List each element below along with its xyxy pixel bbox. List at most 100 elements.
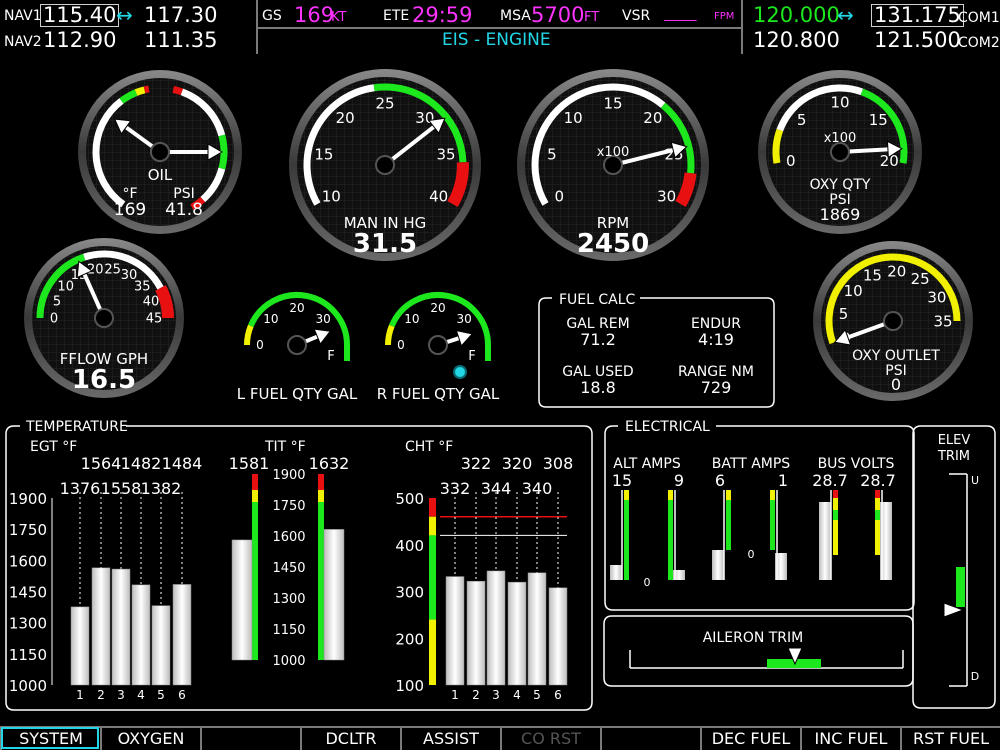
bus-volts-2-band [875, 510, 880, 520]
batt-amps-1-band [726, 500, 731, 550]
manifold-tick-label: 10 [322, 187, 341, 205]
batt-amps-2-band [770, 490, 775, 500]
bus-volts-value-2: 28.7 [860, 471, 896, 490]
batt-amps-value-2: 1 [778, 471, 788, 490]
gal-used-value: 18.8 [580, 378, 616, 397]
bus-volts-1-band [833, 498, 838, 510]
l-fuel-tick-label: 20 [289, 301, 304, 315]
egt-cyl-label: 5 [157, 688, 165, 702]
oil-temp-yellow-arc [134, 86, 146, 96]
fuel-calc-title: FUEL CALC [559, 292, 636, 308]
r-fuel-yellow-arc [385, 324, 395, 346]
softkey-bar: SYSTEM OXYGEN DCLTR ASSIST CO RST DEC FUEL INC… [0, 726, 1000, 750]
softkey-blank-2[interactable] [200, 726, 300, 750]
softkey-oxygen[interactable]: OXYGEN [100, 726, 200, 750]
fflow-tick-label: 5 [53, 294, 61, 309]
oxy-outlet-tick-label: 5 [839, 305, 849, 323]
oxy-outlet-tick-label: 25 [911, 270, 930, 288]
electrical-title: ELECTRICAL [625, 419, 710, 435]
oxy-outlet-needle-hub [883, 311, 903, 331]
oil-press-value: 41.8 [165, 200, 203, 220]
cht-bar [466, 580, 486, 686]
rpm-value: 2450 [577, 229, 649, 259]
tit-yellow-band [318, 490, 324, 502]
oxy-qty-value: 1869 [820, 205, 861, 224]
l-fuel-needle-hub [287, 335, 307, 355]
tit-axis-label: 1750 [272, 499, 305, 514]
oil-press-needle-hub [150, 142, 170, 162]
manifold-tick-label: 20 [336, 109, 355, 127]
manifold-tick-label: 40 [429, 187, 448, 205]
tit-value: 1581 [229, 454, 270, 473]
egt-value: 1484 [162, 454, 203, 473]
oxy-qty-tick-label: 5 [797, 111, 807, 129]
elevator-trim-box [912, 425, 996, 709]
tit-axis-label: 1300 [272, 592, 305, 607]
l-fuel-label: L FUEL QTY GAL [237, 385, 358, 403]
tit-label: TIT °F [264, 439, 306, 455]
alt-amps-1-pointer [610, 565, 622, 580]
softkey-blank-6[interactable] [600, 726, 700, 750]
elev-trim-label-1: ELEV [938, 433, 971, 448]
r-fuel-tick-label: 0 [397, 338, 405, 352]
cht-bar [548, 587, 568, 686]
cht-cyl-label: 3 [492, 688, 500, 702]
elev-trim-up: U [971, 474, 979, 487]
tit-axis-label: 1150 [272, 623, 305, 638]
egt-axis-label: 1150 [9, 646, 47, 664]
cht-yellow-band [429, 516, 436, 536]
r-fuel-label: R FUEL QTY GAL [377, 385, 500, 403]
alt-amps-2-band [668, 490, 673, 500]
oxy-outlet-tick-label: 35 [933, 312, 952, 330]
oxy-qty-multiplier: x100 [824, 131, 857, 146]
alt-amps-1-band [624, 500, 629, 580]
tit-axis-label: 1000 [272, 654, 305, 669]
batt-amps-2-band [770, 500, 775, 550]
tit-axis-label: 1450 [272, 561, 305, 576]
cht-red-band [429, 498, 436, 517]
bus-volts-1-band [833, 490, 838, 498]
bus-volts-1-pointer [819, 502, 831, 580]
softkey-dec-fuel[interactable]: DEC FUEL [700, 726, 800, 750]
bus-volts-2-band [875, 498, 880, 510]
oil-temp-value: 169 [114, 200, 146, 220]
softkey-system[interactable]: SYSTEM [0, 726, 100, 750]
egt-value: 1382 [141, 479, 182, 498]
gal-rem-value: 71.2 [580, 330, 616, 349]
tit-value: 1632 [309, 454, 350, 473]
fflow-value: 16.5 [72, 365, 136, 395]
softkey-rst-fuel[interactable]: RST FUEL [900, 726, 1000, 750]
softkey-co-rst[interactable]: CO RST [500, 726, 600, 750]
softkey-inc-fuel[interactable]: INC FUEL [800, 726, 900, 750]
softkey-dcltr[interactable]: DCLTR [300, 726, 400, 750]
aileron-trim-label: AILERON TRIM [703, 630, 804, 646]
bus-volts-value-1: 28.7 [812, 471, 848, 490]
manifold-needle-hub [375, 155, 395, 175]
cht-value: 332 [440, 479, 471, 498]
cht-value: 344 [481, 479, 512, 498]
oxy-outlet-tick-label: 10 [844, 282, 863, 300]
tit-axis-label: 1600 [272, 530, 305, 545]
l-fuel-tick-label: 30 [316, 312, 331, 326]
cht-axis-label: 100 [395, 677, 424, 695]
egt-axis-label: 1000 [9, 677, 47, 695]
oxy-outlet-label: OXY OUTLET [852, 348, 940, 364]
fflow-tick-label: 45 [146, 312, 163, 327]
l-fuel-full-label: F [327, 349, 334, 364]
oxy-qty-tick-label: 10 [830, 93, 849, 111]
egt-cyl-label: 3 [117, 688, 125, 702]
alt-amps-zero: 0 [644, 576, 651, 589]
alt-amps-2-band [668, 500, 673, 580]
oxy-qty-yellow-arc [772, 128, 784, 164]
r-fuel-tick-label: 10 [404, 312, 419, 326]
rpm-tick-label: 15 [603, 94, 622, 112]
egt-axis-label: 1900 [9, 490, 47, 508]
batt-amps-zero: 0 [748, 548, 755, 561]
egt-value: 1558 [101, 479, 142, 498]
elev-trim-down: D [971, 670, 979, 683]
oxy-qty-tick-label: 15 [869, 111, 888, 129]
softkey-assist[interactable]: ASSIST [400, 726, 500, 750]
egt-cyl-label: 6 [178, 688, 186, 702]
fflow-tick-label: 40 [143, 294, 160, 309]
engine-display: 1015202530354005101520253005101520051015… [5, 69, 996, 711]
